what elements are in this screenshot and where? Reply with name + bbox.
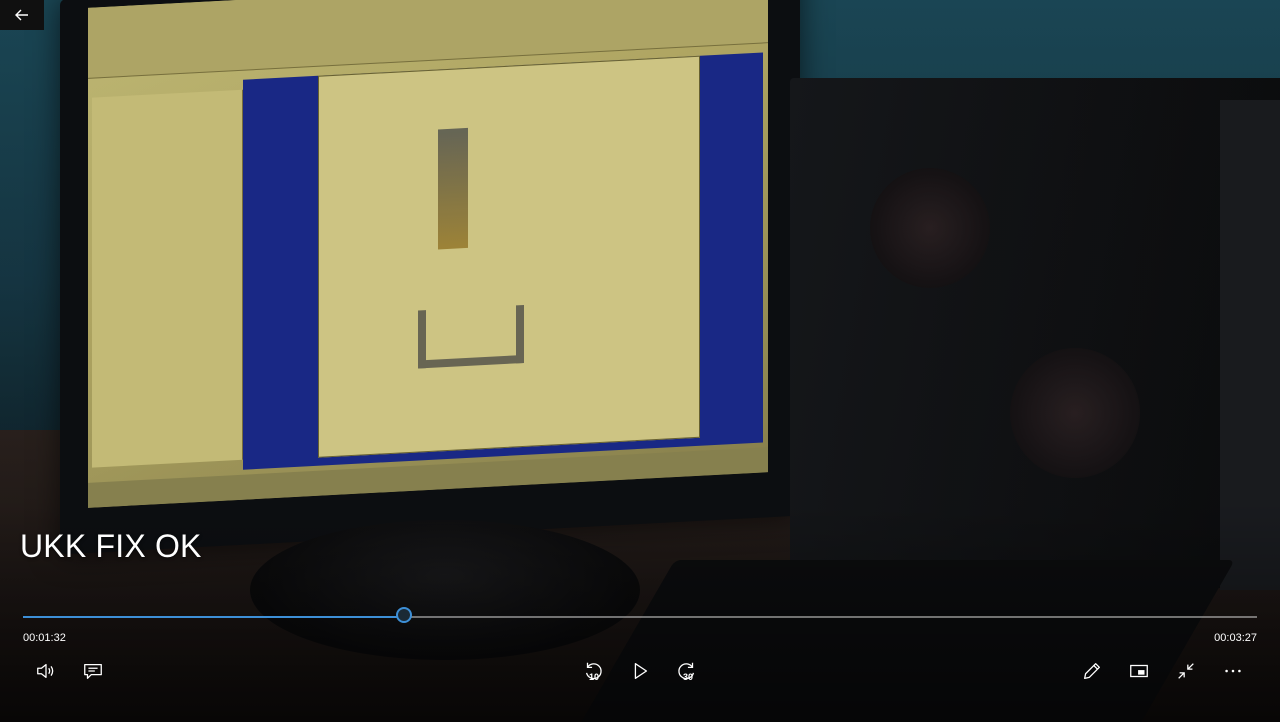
mini-view-icon xyxy=(1130,664,1148,678)
video-title: UKK FIX OK xyxy=(20,528,202,564)
mini-view-button[interactable] xyxy=(1123,655,1155,687)
volume-button[interactable] xyxy=(30,655,62,687)
skip-back-button[interactable]: 10 xyxy=(577,655,609,687)
edit-button[interactable] xyxy=(1076,655,1108,687)
subtitles-icon xyxy=(84,663,102,679)
current-time: 00:01:32 xyxy=(23,632,66,644)
video-player: UKK FIX OK 00:01:32 00:03:27 10 30 xyxy=(0,0,1280,722)
play-button[interactable] xyxy=(624,655,656,687)
subtitles-button[interactable] xyxy=(77,655,109,687)
back-button[interactable] xyxy=(0,0,44,30)
seek-bar-progress xyxy=(23,616,405,618)
exit-fullscreen-button[interactable] xyxy=(1170,655,1202,687)
arrow-left-icon xyxy=(15,9,28,21)
total-time: 00:03:27 xyxy=(1214,632,1257,644)
exit-fullscreen-icon xyxy=(1178,663,1194,679)
skip-forward-label: 30 xyxy=(682,671,694,682)
more-options-button[interactable] xyxy=(1217,655,1249,687)
scene-shade-overlay xyxy=(0,0,1280,722)
video-frame xyxy=(0,0,1280,722)
skip-back-label: 10 xyxy=(588,671,600,682)
play-icon xyxy=(634,663,648,679)
more-options-icon xyxy=(1225,669,1241,673)
pencil-icon xyxy=(1084,663,1100,679)
volume-icon xyxy=(37,663,54,679)
skip-forward-button[interactable]: 30 xyxy=(671,655,703,687)
seek-bar[interactable] xyxy=(23,607,1257,623)
